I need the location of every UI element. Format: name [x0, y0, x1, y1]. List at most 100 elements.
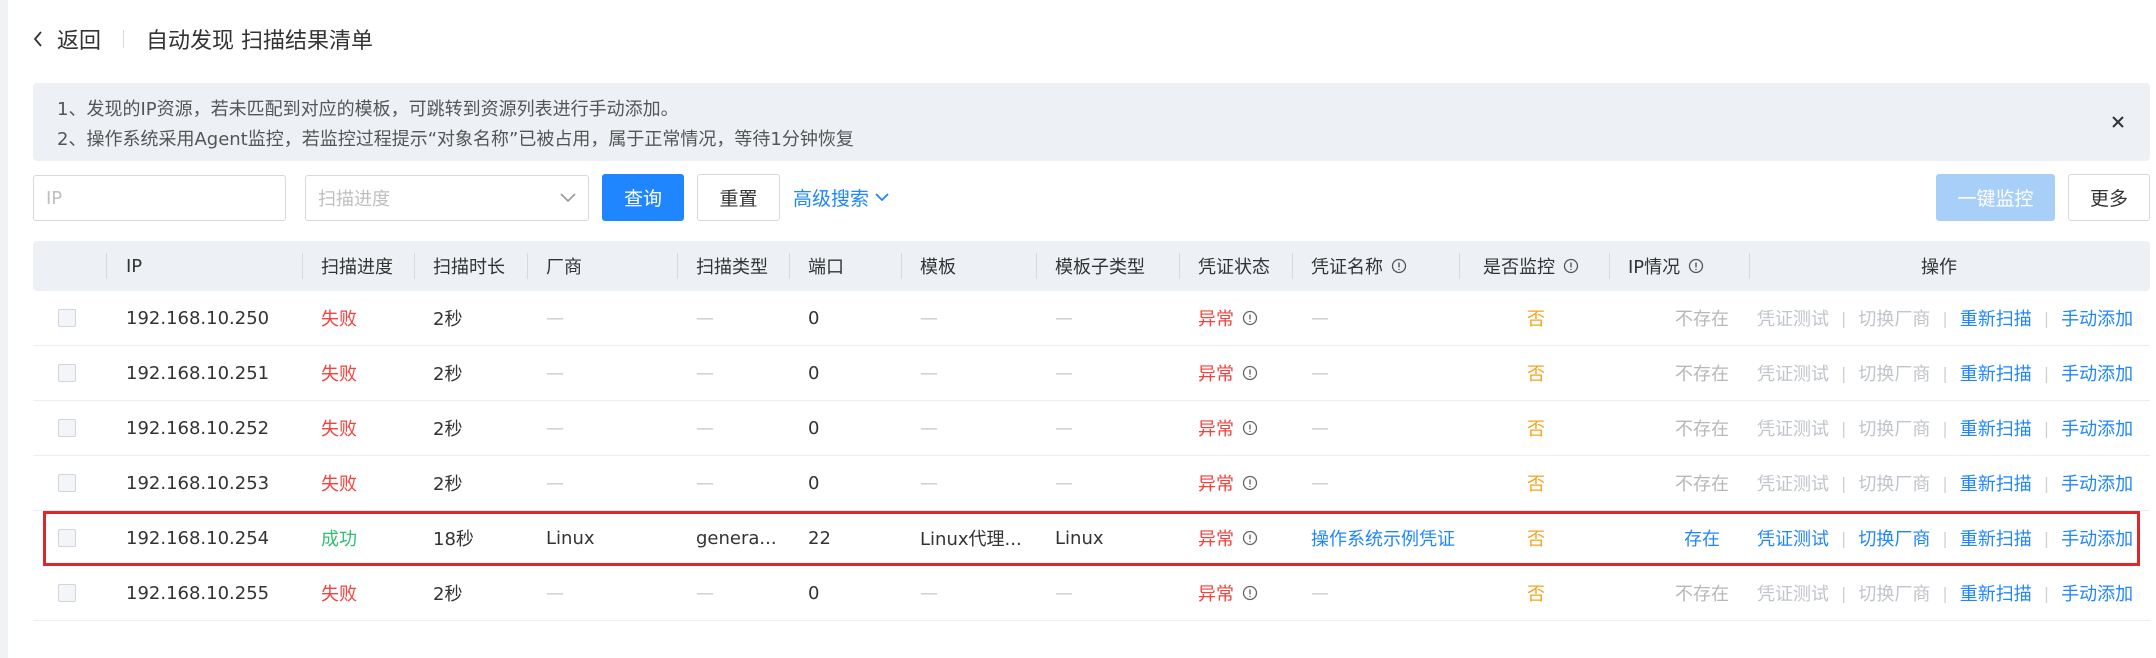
- action-separator: |: [1942, 418, 1948, 438]
- credential-test-link[interactable]: 凭证测试: [1757, 360, 1829, 386]
- manual-add-link[interactable]: 手动添加: [2061, 525, 2133, 551]
- cell-checkbox: [58, 401, 76, 455]
- table-row: 192.168.10.252 失败 2秒 — — 0 — — 异常 — 否 不存在 凭证测试 | 切换厂商 |…: [33, 401, 2150, 456]
- header-separator: [106, 253, 107, 279]
- info-icon[interactable]: [1242, 475, 1258, 491]
- credential-test-link[interactable]: 凭证测试: [1757, 580, 1829, 606]
- info-icon[interactable]: [1688, 258, 1704, 274]
- info-icon[interactable]: [1563, 258, 1579, 274]
- cell-credential-name: —: [1311, 307, 1329, 329]
- switch-vendor-link[interactable]: 切换厂商: [1858, 525, 1930, 551]
- cell-progress: 失败: [321, 584, 357, 605]
- rescan-link[interactable]: 重新扫描: [1960, 360, 2032, 386]
- switch-vendor-link[interactable]: 切换厂商: [1858, 580, 1930, 606]
- cell-scan-type: —: [696, 472, 714, 494]
- credential-status-label: 异常: [1198, 529, 1234, 550]
- action-separator: |: [2043, 418, 2050, 438]
- header-separator: [1609, 253, 1610, 279]
- info-icon[interactable]: [1242, 365, 1258, 381]
- cell-template-subtype: —: [1055, 417, 1073, 439]
- query-button[interactable]: 查询: [602, 174, 684, 221]
- one-click-monitor-button[interactable]: 一键监控: [1936, 174, 2055, 221]
- column-header-actions: 操作: [1921, 257, 1957, 278]
- info-icon[interactable]: [1242, 420, 1258, 436]
- table-body: 192.168.10.250 失败 2秒 — —0— — 异常 — 否不存在 凭证测试 | 切换厂商 |…: [33, 291, 2150, 621]
- cell-vendor: —: [546, 472, 564, 494]
- row-checkbox[interactable]: [58, 584, 76, 602]
- cell-duration: 2秒: [433, 584, 463, 605]
- cell-credential-status: 异常: [1198, 566, 1258, 620]
- manual-add-link[interactable]: 手动添加: [2061, 580, 2133, 606]
- cell-progress: 失败: [321, 309, 357, 330]
- row-checkbox[interactable]: [58, 419, 76, 437]
- action-separator: |: [1841, 473, 1847, 493]
- cell-credential-name[interactable]: 操作系统示例凭证: [1311, 511, 1455, 565]
- action-separator: |: [1942, 473, 1948, 493]
- row-checkbox[interactable]: [58, 474, 76, 492]
- action-separator: |: [1841, 583, 1847, 603]
- scan-progress-select[interactable]: 扫描进度: [305, 175, 589, 221]
- advanced-search-label: 高级搜索: [793, 188, 870, 210]
- cell-scan-type: —: [696, 307, 714, 329]
- header-separator: [302, 253, 303, 279]
- close-icon[interactable]: [2106, 110, 2130, 134]
- action-separator: |: [1841, 308, 1847, 328]
- cell-template: —: [920, 472, 938, 494]
- cell-template-subtype: —: [1055, 472, 1073, 494]
- column-header-credential-name: 凭证名称: [1311, 241, 1407, 291]
- rescan-link[interactable]: 重新扫描: [1960, 470, 2032, 496]
- row-checkbox[interactable]: [58, 529, 76, 547]
- switch-vendor-link[interactable]: 切换厂商: [1858, 305, 1930, 331]
- cell-ip-status: 不存在: [1675, 309, 1729, 330]
- cell-ip: 192.168.10.250: [126, 307, 270, 329]
- credential-test-link[interactable]: 凭证测试: [1757, 415, 1829, 441]
- chevron-down-icon: [560, 193, 576, 203]
- cell-actions: 凭证测试 | 切换厂商 | 重新扫描 | 手动添加: [1757, 401, 2133, 455]
- cell-ip-status: 不存在: [1675, 584, 1729, 605]
- info-icon[interactable]: [1242, 585, 1258, 601]
- rescan-link[interactable]: 重新扫描: [1960, 305, 2032, 331]
- info-icon[interactable]: [1242, 310, 1258, 326]
- manual-add-link[interactable]: 手动添加: [2061, 470, 2133, 496]
- rescan-link[interactable]: 重新扫描: [1960, 415, 2032, 441]
- credential-test-link[interactable]: 凭证测试: [1757, 470, 1829, 496]
- cell-credential-status: 异常: [1198, 346, 1258, 400]
- table-row: 192.168.10.250 失败 2秒 — — 0 — — 异常 — 否 不存在 凭证测试 | 切换厂商 |…: [33, 291, 2150, 346]
- ip-input[interactable]: [33, 175, 286, 221]
- manual-add-link[interactable]: 手动添加: [2061, 360, 2133, 386]
- cell-progress: 成功: [321, 529, 357, 550]
- rescan-link[interactable]: 重新扫描: [1960, 525, 2032, 551]
- row-checkbox[interactable]: [58, 364, 76, 382]
- action-separator: |: [2043, 308, 2050, 328]
- column-header-ip-status: IP情况: [1628, 241, 1704, 291]
- action-separator: |: [1942, 363, 1948, 383]
- switch-vendor-link[interactable]: 切换厂商: [1858, 360, 1930, 386]
- chevron-left-icon: [33, 28, 51, 50]
- cell-ip: 192.168.10.254: [126, 527, 270, 549]
- manual-add-link[interactable]: 手动添加: [2061, 305, 2133, 331]
- switch-vendor-link[interactable]: 切换厂商: [1858, 415, 1930, 441]
- manual-add-link[interactable]: 手动添加: [2061, 415, 2133, 441]
- credential-status-label: 异常: [1198, 419, 1234, 440]
- header-separator: [1459, 253, 1460, 279]
- more-button[interactable]: 更多: [2068, 174, 2150, 221]
- action-separator: |: [2043, 363, 2050, 383]
- back-button[interactable]: 返回: [33, 23, 101, 55]
- switch-vendor-link[interactable]: 切换厂商: [1858, 470, 1930, 496]
- cell-monitored: 否: [1527, 364, 1545, 385]
- cell-actions: 凭证测试 | 切换厂商 | 重新扫描 | 手动添加: [1757, 346, 2133, 400]
- cell-progress: 失败: [321, 364, 357, 385]
- column-header-duration: 扫描时长: [433, 257, 505, 278]
- cell-duration: 18秒: [433, 529, 474, 550]
- advanced-search-toggle[interactable]: 高级搜索: [793, 184, 889, 211]
- reset-button[interactable]: 重置: [697, 174, 780, 221]
- credential-test-link[interactable]: 凭证测试: [1757, 305, 1829, 331]
- info-icon[interactable]: [1242, 530, 1258, 546]
- cell-credential-name: —: [1311, 417, 1329, 439]
- info-icon[interactable]: [1391, 258, 1407, 274]
- rescan-link[interactable]: 重新扫描: [1960, 580, 2032, 606]
- table-row: 192.168.10.253 失败 2秒 — — 0 — — 异常 — 否 不存在 凭证测试 | 切换厂商 |…: [33, 456, 2150, 511]
- cell-checkbox: [58, 566, 76, 620]
- row-checkbox[interactable]: [58, 309, 76, 327]
- credential-test-link[interactable]: 凭证测试: [1757, 525, 1829, 551]
